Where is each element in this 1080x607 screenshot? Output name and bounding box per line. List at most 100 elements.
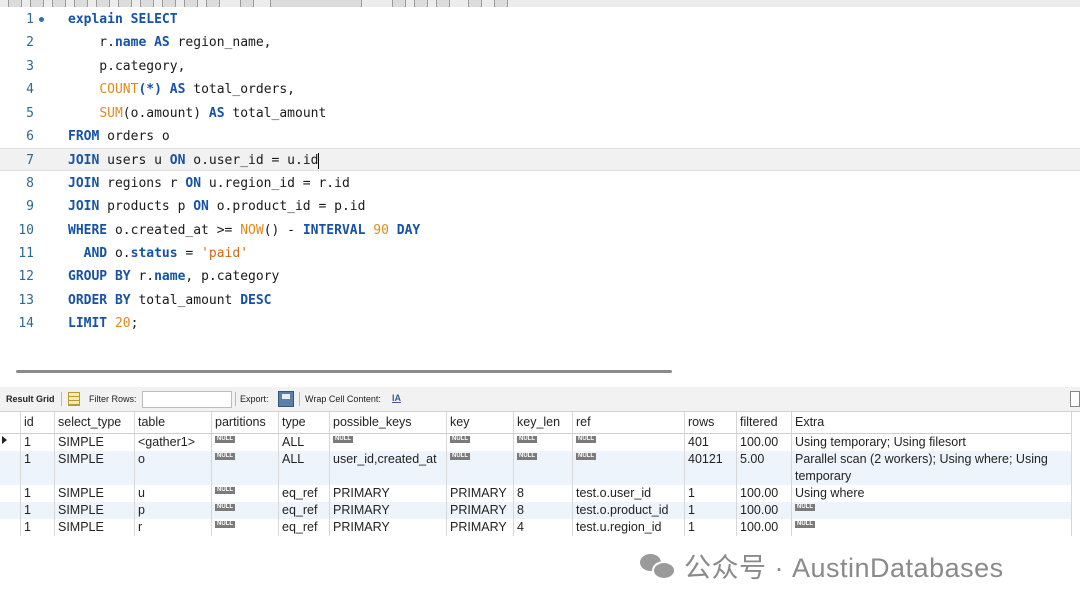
table-cell[interactable]: user_id,created_at (329, 451, 447, 485)
table-row[interactable]: 1 SIMPLE <gather1> NULL ALL NULL NULL NULL NULL 4… (0, 433, 1072, 451)
table-cell[interactable]: 40121 (684, 451, 737, 485)
result-grid-tab[interactable]: Result Grid (6, 394, 55, 404)
table-cell[interactable]: p (134, 502, 212, 519)
table-cell[interactable]: 1 (684, 485, 737, 502)
column-header[interactable]: table (134, 412, 212, 434)
code-line[interactable]: 5 SUM(o.amount) AS total_amount (0, 102, 1080, 125)
table-cell[interactable]: SIMPLE (54, 485, 135, 502)
table-cell[interactable]: 401 (684, 433, 737, 451)
table-cell[interactable]: NULL (329, 433, 447, 451)
beautify-icon[interactable] (392, 0, 406, 7)
column-header[interactable]: ref (572, 412, 685, 434)
column-header[interactable]: Extra (791, 412, 1072, 434)
code-line[interactable]: 4 COUNT(*) AS total_orders, (0, 78, 1080, 101)
row-selector[interactable] (0, 485, 21, 502)
table-cell[interactable]: 1 (20, 451, 55, 485)
column-header[interactable]: select_type (54, 412, 135, 434)
table-cell[interactable]: 8 (513, 502, 573, 519)
table-cell[interactable]: 5.00 (736, 451, 792, 485)
table-cell[interactable]: u (134, 485, 212, 502)
table-cell[interactable]: 100.00 (736, 433, 792, 451)
code-line[interactable]: 3 p.category, (0, 55, 1080, 78)
filter-rows-input[interactable] (142, 391, 232, 408)
row-selector[interactable] (0, 519, 21, 536)
table-cell[interactable]: 1 (20, 502, 55, 519)
commit-icon[interactable] (162, 0, 176, 7)
table-cell[interactable]: SIMPLE (54, 502, 135, 519)
column-header[interactable]: rows (684, 412, 737, 434)
limit-icon[interactable] (240, 0, 254, 7)
column-header[interactable]: id (20, 412, 55, 434)
table-cell[interactable]: ALL (278, 451, 330, 485)
table-cell[interactable]: 1 (20, 485, 55, 502)
table-cell[interactable]: NULL (211, 485, 279, 502)
table-row[interactable]: 1 SIMPLE p NULL eq_ref PRIMARY PRIMARY 8 test.o.… (0, 502, 1072, 519)
code-line[interactable]: 2 r.name AS region_name, (0, 31, 1080, 54)
table-cell[interactable]: NULL (211, 433, 279, 451)
table-cell[interactable]: <gather1> (134, 433, 212, 451)
table-cell[interactable]: NULL (211, 502, 279, 519)
table-cell[interactable]: Parallel scan (2 workers); Using where; … (791, 451, 1072, 485)
table-cell[interactable]: ALL (278, 433, 330, 451)
wrap-icon[interactable] (468, 0, 482, 7)
code-line[interactable]: 9 JOIN products p ON o.product_id = p.id (0, 195, 1080, 218)
table-cell[interactable]: NULL (446, 451, 514, 485)
table-cell[interactable]: PRIMARY (329, 519, 447, 536)
table-cell[interactable]: NULL (572, 451, 685, 485)
open-icon[interactable] (8, 0, 22, 7)
table-cell[interactable]: test.o.product_id (572, 502, 685, 519)
row-selector[interactable] (0, 451, 21, 485)
editor-horizontal-scrollbar[interactable] (16, 370, 672, 373)
table-cell[interactable]: 1 (20, 519, 55, 536)
table-cell[interactable]: PRIMARY (329, 485, 447, 502)
code-line[interactable]: 14 LIMIT 20; (0, 312, 1080, 335)
table-cell[interactable]: eq_ref (278, 502, 330, 519)
invisible-chars-icon[interactable] (436, 0, 450, 7)
find-icon[interactable] (414, 0, 428, 7)
table-cell[interactable]: 100.00 (736, 519, 792, 536)
table-cell[interactable]: NULL (791, 502, 1072, 519)
execute-current-icon[interactable] (74, 0, 88, 7)
column-header[interactable]: partitions (211, 412, 279, 434)
table-cell[interactable]: test.o.user_id (572, 485, 685, 502)
grid-view-icon[interactable] (68, 392, 80, 406)
snippets-icon[interactable] (494, 0, 508, 7)
code-line[interactable]: 7 JOIN users u ON o.user_id = u.id (0, 148, 1080, 172)
table-cell[interactable]: 100.00 (736, 485, 792, 502)
table-cell[interactable]: SIMPLE (54, 519, 135, 536)
wrap-cell-icon[interactable]: IA (392, 393, 401, 403)
table-cell[interactable]: SIMPLE (54, 433, 135, 451)
table-cell[interactable]: NULL (211, 519, 279, 536)
table-cell[interactable]: Using temporary; Using filesort (791, 433, 1072, 451)
sql-editor[interactable]: 1 explain SELECT 2 r.name AS region_name, 3… (0, 8, 1080, 360)
table-row[interactable]: 1 SIMPLE r NULL eq_ref PRIMARY PRIMARY 4 test.u.… (0, 519, 1072, 536)
table-cell[interactable]: NULL (513, 451, 573, 485)
table-cell[interactable]: NULL (572, 433, 685, 451)
explain-icon[interactable] (96, 0, 110, 7)
table-cell[interactable]: 8 (513, 485, 573, 502)
table-cell[interactable]: NULL (513, 433, 573, 451)
table-cell[interactable]: 1 (684, 502, 737, 519)
table-cell[interactable]: NULL (211, 451, 279, 485)
table-cell[interactable]: 4 (513, 519, 573, 536)
table-cell[interactable]: PRIMARY (446, 502, 514, 519)
code-line[interactable]: 13 ORDER BY total_amount DESC (0, 289, 1080, 312)
export-icon[interactable] (278, 391, 294, 407)
table-cell[interactable]: SIMPLE (54, 451, 135, 485)
panel-toggle-icon[interactable] (1070, 391, 1080, 407)
code-line[interactable]: 8 JOIN regions r ON u.region_id = r.id (0, 172, 1080, 195)
row-selector[interactable] (0, 433, 21, 451)
table-cell[interactable]: Using where (791, 485, 1072, 502)
column-header[interactable]: key (446, 412, 514, 434)
table-cell[interactable]: NULL (791, 519, 1072, 536)
table-cell[interactable]: PRIMARY (329, 502, 447, 519)
execute-icon[interactable] (52, 0, 66, 7)
autocommit-icon[interactable] (206, 0, 220, 7)
limit-rows-select[interactable] (270, 0, 362, 7)
table-cell[interactable]: eq_ref (278, 519, 330, 536)
table-row[interactable]: 1 SIMPLE o NULL ALL user_id,created_at NULL NUL… (0, 451, 1072, 485)
code-line[interactable]: 6 FROM orders o (0, 125, 1080, 148)
table-cell[interactable]: eq_ref (278, 485, 330, 502)
table-cell[interactable]: PRIMARY (446, 485, 514, 502)
column-header[interactable]: possible_keys (329, 412, 447, 434)
